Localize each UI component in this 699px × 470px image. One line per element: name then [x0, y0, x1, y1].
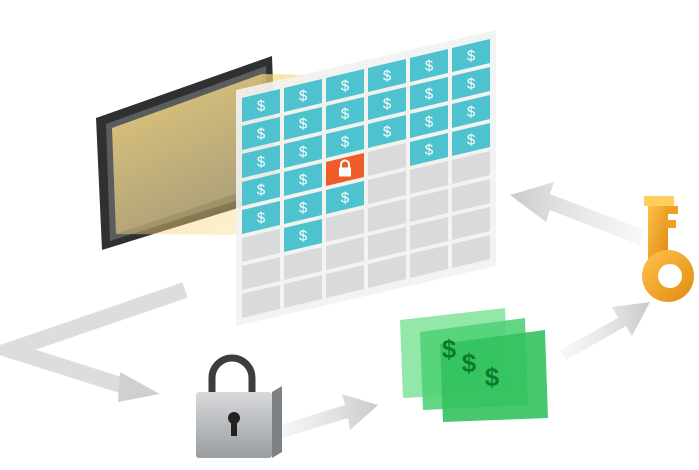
grid-cell-dollar: $: [257, 97, 266, 114]
flow-arrow-to-key: [560, 302, 650, 360]
grid-cell-dollar: $: [299, 199, 308, 216]
grid-cell-dollar: $: [383, 123, 392, 140]
grid-cell-dollar: $: [257, 153, 266, 170]
grid-cell-dollar: $: [425, 113, 434, 130]
grid-cell-dollar: $: [383, 67, 392, 84]
grid-cell-dollar: $: [299, 171, 308, 188]
grid-cell-dollar: $: [257, 125, 266, 142]
grid-cell-dollar: $: [467, 103, 476, 120]
grid-cell-dollar: $: [425, 85, 434, 102]
bill-dollar-sign: $: [462, 348, 477, 378]
grid-cell-dollar: $: [383, 95, 392, 112]
grid-cell-dollar: $: [257, 181, 266, 198]
grid-cell-dollar: $: [299, 227, 308, 244]
grid-cell-dollar: $: [467, 131, 476, 148]
flow-arrow-to-padlock: [0, 282, 188, 402]
ransomware-cycle-diagram: $$$$$$$$$$$$$$$$$$$$$$$$$$ $ $ $: [0, 30, 694, 458]
grid-cell-dollar: $: [467, 75, 476, 92]
padlock-icon: [196, 354, 282, 458]
grid-cell-dollar: $: [341, 77, 350, 94]
grid-cell-dollar: $: [299, 143, 308, 160]
grid-cell-dollar: $: [425, 57, 434, 74]
bill-dollar-sign: $: [485, 362, 500, 392]
grid-cell-dollar: $: [341, 133, 350, 150]
grid-cell-dollar: $: [299, 115, 308, 132]
grid-cell-dollar: $: [425, 141, 434, 158]
grid-cell-dollar: $: [467, 47, 476, 64]
flow-arrow-to-bills: [270, 394, 378, 440]
cash-bills-icon: $ $ $: [400, 308, 548, 422]
flow-arrow-to-grid: [510, 182, 644, 245]
grid-cell-dollar: $: [341, 105, 350, 122]
key-icon: [642, 196, 694, 302]
grid-cell-dollar: $: [257, 209, 266, 226]
grid-cell-dollar: $: [341, 189, 350, 206]
bill-dollar-sign: $: [442, 334, 457, 364]
grid-cell-dollar: $: [299, 87, 308, 104]
